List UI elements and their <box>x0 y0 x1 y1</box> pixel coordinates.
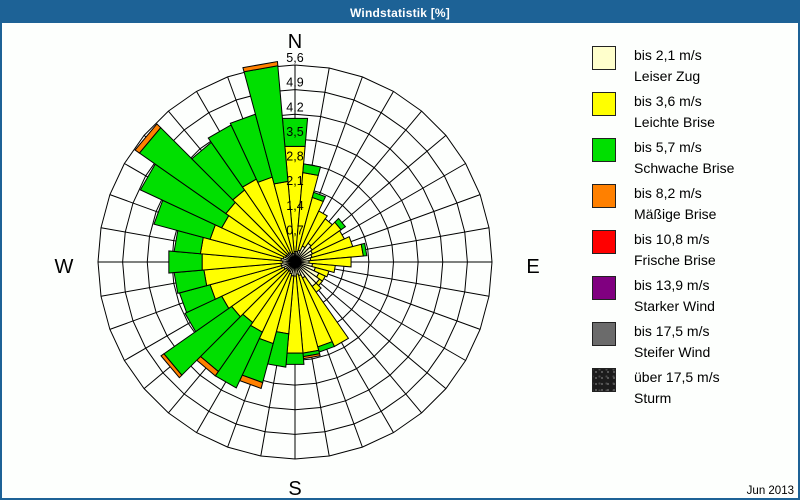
legend-swatch-leichte-brise <box>592 92 616 116</box>
rose-ring-label: 2,1 <box>286 174 303 188</box>
compass-label-south: S <box>288 478 301 500</box>
legend-label: Schwache Brise <box>634 160 735 176</box>
legend-item: bis 17,5 m/s Steifer Wind <box>587 322 792 368</box>
legend-swatch-maessige-brise <box>592 184 616 208</box>
legend-item: über 17,5 m/s Sturm <box>587 368 792 414</box>
legend-speed: bis 13,9 m/s <box>634 277 710 293</box>
legend-speed: bis 5,7 m/s <box>634 139 702 155</box>
legend-speed: bis 3,6 m/s <box>634 93 702 109</box>
rose-sector-band <box>168 250 203 274</box>
legend-swatch-sturm <box>592 368 616 392</box>
rose-ring-label: 4,9 <box>286 76 303 90</box>
legend-label: Starker Wind <box>634 298 715 314</box>
legend-speed: bis 17,5 m/s <box>634 323 710 339</box>
legend-speed: bis 10,8 m/s <box>634 231 710 247</box>
rose-ring-label: 4,2 <box>286 100 303 114</box>
legend-item: bis 8,2 m/s Mäßige Brise <box>587 184 792 230</box>
legend-label: Leiser Zug <box>634 68 701 84</box>
title-bar: Windstatistik [%] <box>2 2 798 23</box>
legend-item: bis 10,8 m/s Frische Brise <box>587 230 792 276</box>
legend-label: Steifer Wind <box>634 344 711 360</box>
legend-swatch-leiser-zug <box>592 46 616 70</box>
legend-swatch-starker-wind <box>592 276 616 300</box>
rose-ring-label: 1,4 <box>286 199 303 213</box>
compass-label-east: E <box>526 256 539 278</box>
compass-label-north: N <box>288 31 302 53</box>
date-label: Jun 2013 <box>747 485 794 497</box>
rose-sector-band <box>285 352 305 365</box>
rose-ring-label: 5,6 <box>286 51 303 65</box>
legend-label: Leichte Brise <box>634 114 715 130</box>
legend-item: bis 5,7 m/s Schwache Brise <box>587 138 792 184</box>
rose-ring-label: 0,7 <box>286 223 303 237</box>
legend-swatch-schwache-brise <box>592 138 616 162</box>
legend-speed: bis 8,2 m/s <box>634 185 702 201</box>
rose-ring-label: 2,8 <box>286 150 303 164</box>
legend-label: Sturm <box>634 390 672 406</box>
legend-speed: bis 2,1 m/s <box>634 47 702 63</box>
legend-item: bis 3,6 m/s Leichte Brise <box>587 92 792 138</box>
legend-item: bis 2,1 m/s Leiser Zug <box>587 46 792 92</box>
rose-ring-label: 3,5 <box>286 125 303 139</box>
legend-swatch-steifer-wind <box>592 322 616 346</box>
legend-label: Frische Brise <box>634 252 716 268</box>
legend: bis 2,1 m/s Leiser Zug bis 3,6 m/s Leichte… <box>587 46 792 414</box>
windstatistik-window: 0,7 1,4 2,1 2,8 3,5 4,2 4,9 5,6 N S W E Jun 201… <box>0 0 800 500</box>
legend-item: bis 13,9 m/s Starker Wind <box>587 276 792 322</box>
legend-swatch-frische-brise <box>592 230 616 254</box>
legend-label: Mäßige Brise <box>634 206 717 222</box>
window-title: Windstatistik [%] <box>350 5 450 20</box>
legend-speed: über 17,5 m/s <box>634 369 720 385</box>
compass-label-west: W <box>55 256 74 278</box>
